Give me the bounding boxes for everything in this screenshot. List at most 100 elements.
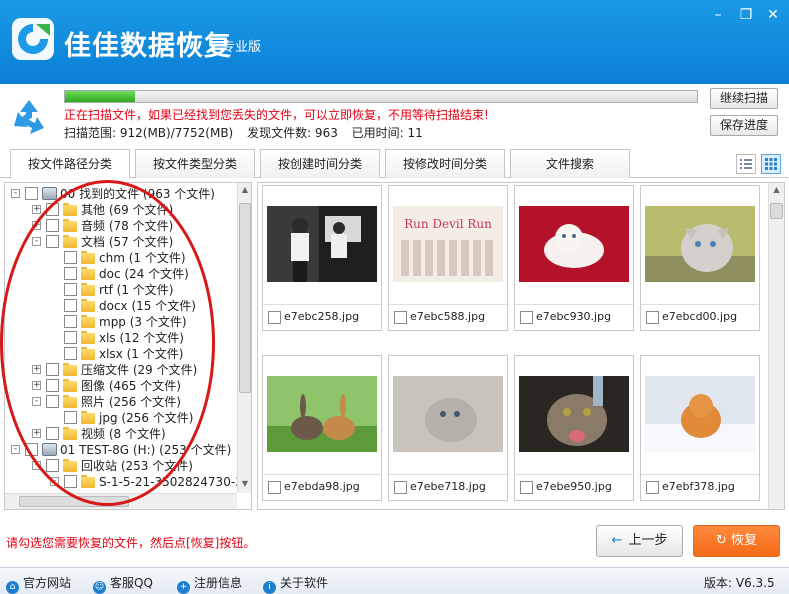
thumbnail-divider [389,304,507,305]
thumbnail-item[interactable]: e7ebda98.jpg [262,355,382,501]
thumbnail-item[interactable]: e7ebf378.jpg [640,355,760,501]
support-qq-link[interactable]: ☺ 客服QQ [93,574,153,594]
thumbnail-scroll-thumb[interactable] [770,203,783,219]
collapse-icon[interactable]: - [32,397,41,406]
tree-hscroll-thumb[interactable] [19,496,129,507]
tab-by-type[interactable]: 按文件类型分类 [135,149,255,178]
version-label: 版本: V6.3.5 [704,576,775,590]
tree-node-checkbox[interactable] [46,379,59,392]
expand-icon[interactable]: + [32,381,41,390]
tree-node-label: 图像 (465 个文件) [81,379,181,393]
folder-icon [81,411,95,424]
scroll-down-icon[interactable]: ▼ [239,479,251,489]
tree-node-checkbox[interactable] [64,267,77,280]
previous-step-button[interactable]: ← 上一步 [596,525,683,557]
recover-button[interactable]: ↻ 恢复 [693,525,780,557]
thumbnail-filename: e7ebe718.jpg [410,480,486,493]
tree-node-label: 回收站 (253 个文件) [81,459,193,473]
list-view-icon[interactable] [736,154,756,174]
cat-photo [645,206,755,282]
thumbnail-checkbox[interactable] [646,481,659,494]
collapse-icon[interactable]: - [50,477,59,486]
tree-node-checkbox[interactable] [64,331,77,344]
thumbnail-checkbox[interactable] [520,311,533,324]
tree-node-checkbox[interactable] [46,363,59,376]
previous-step-label: 上一步 [628,533,668,548]
tree-node-checkbox[interactable] [64,475,77,488]
tree-node-checkbox[interactable] [64,315,77,328]
expand-icon[interactable]: + [32,205,41,214]
tree-node-label: 其他 (69 个文件) [81,203,174,217]
thumbnail-filename: e7ebc258.jpg [284,310,360,323]
tree-node-checkbox[interactable] [25,187,38,200]
collapse-icon[interactable]: - [11,189,20,198]
collapse-icon[interactable]: - [11,445,20,454]
poster-photo: Run Devil Run [393,206,503,282]
tree-node-checkbox[interactable] [64,283,77,296]
app-logo-icon [12,18,54,60]
thumbnail-item[interactable]: e7ebe950.jpg [514,355,634,501]
tab-file-search[interactable]: 文件搜索 [510,149,630,178]
thumbnail-filename: e7ebf378.jpg [662,480,735,493]
thumbnail-item[interactable]: e7ebc258.jpg [262,185,382,331]
tree-node-checkbox[interactable] [46,427,59,440]
tree-node-label: chm (1 个文件) [99,251,186,265]
tab-by-created[interactable]: 按创建时间分类 [260,149,380,178]
tree-node-label: 00 找到的文件 (963 个文件) [60,187,215,201]
continue-scan-button[interactable]: 继续扫描 [710,88,778,109]
thumbnail-checkbox[interactable] [646,311,659,324]
scroll-up-icon[interactable]: ▲ [239,185,251,195]
tree-node-checkbox[interactable] [46,219,59,232]
close-button[interactable]: ✕ [764,6,782,24]
collapse-icon[interactable]: - [32,461,41,470]
folder-icon [81,267,95,280]
thumbnail-item[interactable]: e7ebcd00.jpg [640,185,760,331]
thumbnail-divider [389,474,507,475]
thumbnail-grid: e7ebc258.jpg Run Devil Run e7ebc588.jpg e7e… [257,182,785,510]
expand-icon[interactable]: + [32,365,41,374]
tab-by-modified[interactable]: 按修改时间分类 [385,149,505,178]
restore-button[interactable]: ❐ [737,6,755,24]
tree-node-checkbox[interactable] [25,443,38,456]
expand-icon[interactable]: + [32,429,41,438]
tree-node-checkbox[interactable] [64,299,77,312]
thumbnail-item[interactable]: e7ebe718.jpg [388,355,508,501]
tree-scroll-thumb[interactable] [239,203,251,393]
tree-node-label: 音频 (78 个文件) [81,219,174,233]
folder-icon [63,235,77,248]
tree-node-checkbox[interactable] [46,395,59,408]
scan-stats: 扫描范围: 912(MB)/7752(MB) 发现文件数: 963 已用时间: … [64,124,433,141]
thumbnail-checkbox[interactable] [268,311,281,324]
tree-node-checkbox[interactable] [64,251,77,264]
expand-icon[interactable]: + [32,221,41,230]
thumbnail-checkbox[interactable] [394,481,407,494]
tree-node-label: 文档 (57 个文件) [81,235,174,249]
tree-node-checkbox[interactable] [64,411,77,424]
tab-by-path[interactable]: 按文件路径分类 [10,149,130,179]
drive-icon [42,187,57,200]
scroll-up-icon[interactable]: ▲ [770,185,783,195]
official-site-link[interactable]: ⌂ 官方网站 [6,574,71,594]
about-software-link[interactable]: i 关于软件 [263,574,328,594]
thumbnail-checkbox[interactable] [268,481,281,494]
registration-info-link[interactable]: + 注册信息 [177,574,242,594]
folder-icon [63,427,77,440]
thumbnail-item[interactable]: Run Devil Run e7ebc588.jpg [388,185,508,331]
tree-node-checkbox[interactable] [46,235,59,248]
thumbnail-checkbox[interactable] [520,481,533,494]
collapse-icon[interactable]: - [32,237,41,246]
thumbnail-scrollbar[interactable]: ▲ [768,183,784,509]
tree-node-label: S-1-5-21-3502824730-3708 [99,475,252,489]
thumbnail-item[interactable]: e7ebc930.jpg [514,185,634,331]
thumbnail-checkbox[interactable] [394,311,407,324]
tree-node-checkbox[interactable] [64,347,77,360]
grid-view-icon[interactable] [761,154,781,174]
tree-node-checkbox[interactable] [46,203,59,216]
tree-horizontal-scrollbar[interactable] [5,493,237,509]
tree-node-label: 视频 (8 个文件) [81,427,166,441]
scan-progress-fill [65,91,135,102]
tree-node-checkbox[interactable] [46,459,59,472]
tree-vertical-scrollbar[interactable]: ▲ ▼ [237,183,251,493]
minimize-button[interactable]: – [709,6,727,24]
save-progress-button[interactable]: 保存进度 [710,115,778,136]
